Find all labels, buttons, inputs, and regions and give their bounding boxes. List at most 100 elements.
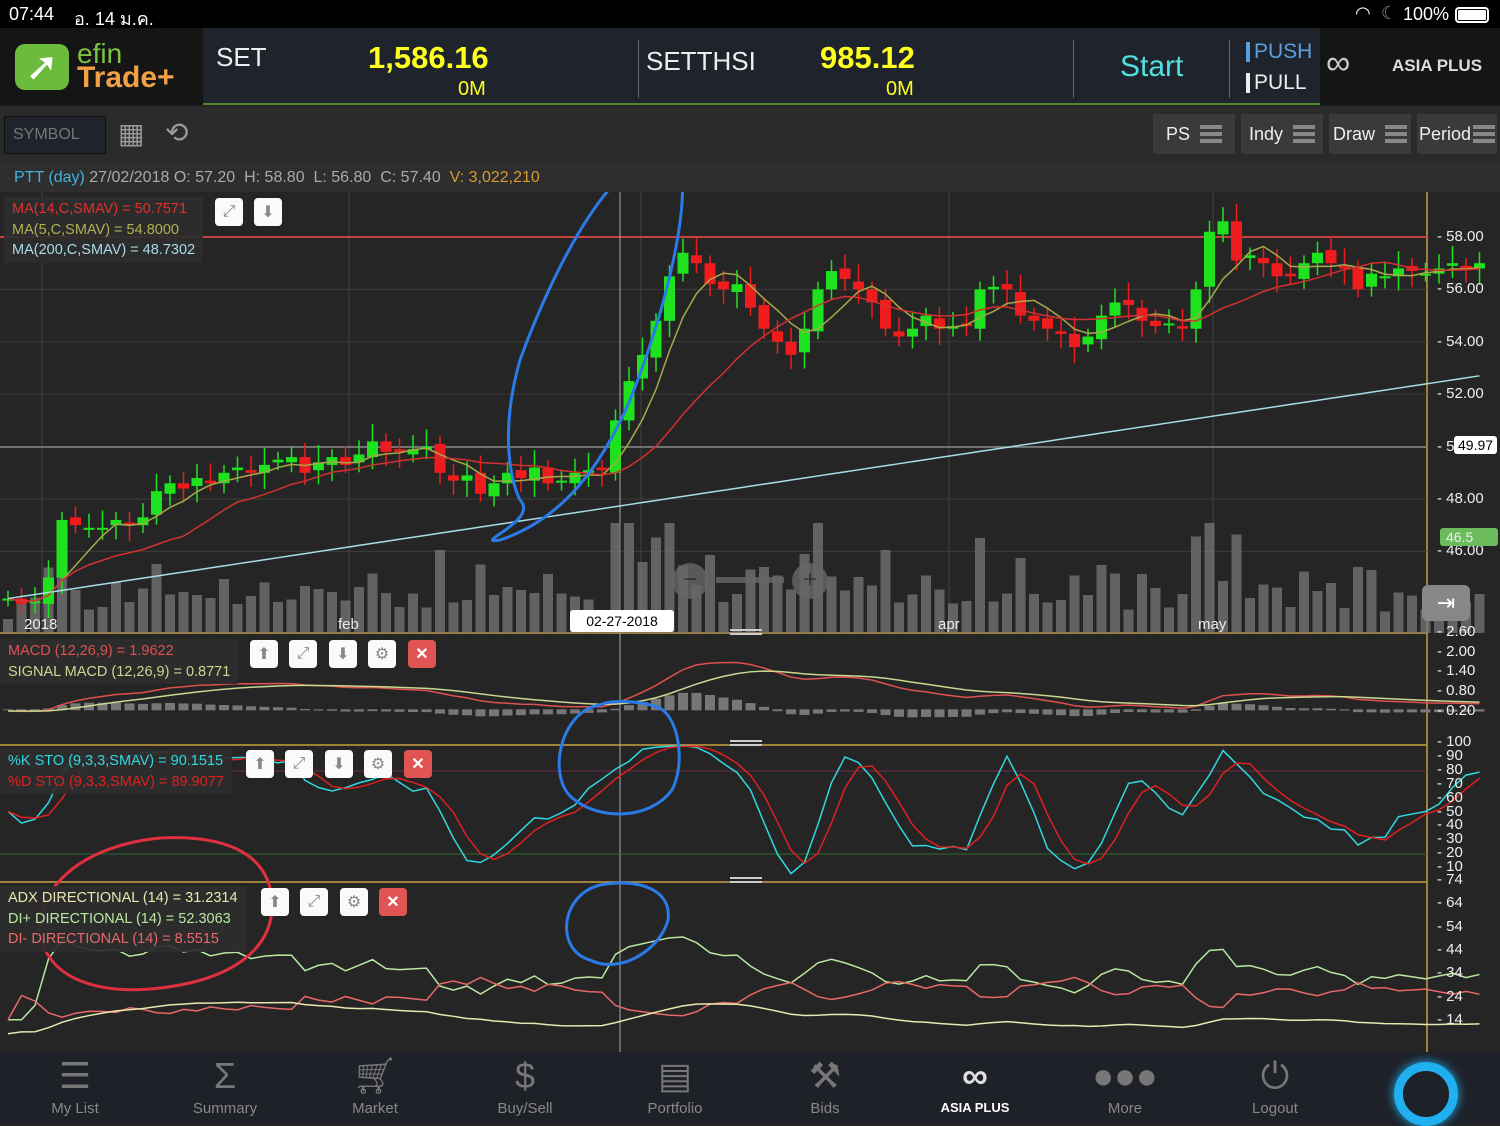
volume-bar [448, 602, 459, 633]
macd-tick: - 2.00 [1437, 642, 1476, 660]
candle-body [758, 305, 770, 329]
close-panel-button[interactable]: ✕ [379, 888, 407, 916]
volume-bar [435, 550, 445, 633]
nav-label: More [1107, 1100, 1143, 1117]
zoom-in-button[interactable]: + [792, 563, 828, 599]
zoom-out-button[interactable]: − [672, 563, 708, 599]
macd-histogram-bar [543, 709, 553, 715]
volume-bar [192, 595, 202, 633]
macd-histogram-bar [1326, 708, 1336, 711]
volume-bar [219, 579, 229, 633]
macd-histogram-bar [705, 694, 715, 711]
settings-gear-icon[interactable]: ⚙ [368, 640, 396, 668]
candle-body [1042, 318, 1053, 329]
panel-resize-handle[interactable] [730, 740, 762, 746]
move-down-button[interactable]: ⬇ [325, 750, 353, 778]
macd-histogram-bar [880, 709, 891, 716]
macd-histogram-bar [367, 709, 378, 712]
nav-market[interactable]: 🛒︎ Market [300, 1052, 450, 1125]
ma200-line [7, 375, 1480, 600]
candle-body [731, 284, 743, 293]
candle-body [1298, 263, 1310, 279]
volume-bar [489, 595, 499, 633]
volume-bar [502, 587, 513, 633]
settings-gear-icon[interactable]: ⚙ [364, 750, 392, 778]
low-value: 56.80 [331, 169, 372, 186]
candle-body [1271, 263, 1283, 277]
nav-logout[interactable]: ⏻ Logout [1200, 1052, 1350, 1125]
close-panel-button[interactable]: ✕ [404, 750, 432, 778]
push-button[interactable]: PUSH [1246, 41, 1312, 62]
expand-button[interactable]: ⤢ [300, 888, 328, 916]
volume-bar [1272, 587, 1282, 633]
volume-bar [1123, 609, 1134, 633]
volume-bar [556, 593, 567, 633]
macd-histogram-bar [408, 709, 418, 713]
macd-histogram-bar [1150, 709, 1161, 713]
adx-tick: - 74 [1437, 871, 1463, 888]
volume-bar [300, 586, 310, 633]
close-panel-button[interactable]: ✕ [408, 640, 436, 668]
calendar-icon[interactable]: ▦ [118, 117, 144, 150]
nav-my-list[interactable]: ☰ My List [0, 1052, 150, 1125]
nav-buy-sell[interactable]: $ Buy/Sell [450, 1052, 600, 1125]
candle-body [151, 491, 162, 515]
draw-button[interactable]: Draw [1329, 114, 1411, 154]
macd-histogram-bar [124, 703, 135, 711]
panel-resize-handle[interactable] [730, 629, 762, 635]
signal-legend-text: SIGNAL MACD (12,26,9) = 0.8771 [8, 663, 231, 680]
candle-body [718, 281, 729, 290]
adx-legend-text: ADX DIRECTIONAL (14) = 31.2314 [8, 890, 238, 906]
candle-body [245, 470, 257, 473]
app-swirl-button[interactable] [1394, 1062, 1458, 1126]
adx-tick: - 34 [1437, 964, 1463, 982]
volume-bar [1056, 600, 1066, 633]
macd-histogram-bar [111, 702, 121, 711]
ps-button[interactable]: PS [1153, 114, 1235, 154]
candle-body [1082, 336, 1094, 345]
move-up-button[interactable]: ⬆ [246, 750, 274, 778]
expand-button[interactable]: ⤢ [285, 750, 313, 778]
nav-portfolio[interactable]: ▤ Portfolio [600, 1052, 750, 1125]
macd-histogram-bar [745, 703, 756, 711]
move-up-button[interactable]: ⬆ [250, 640, 278, 668]
move-down-button[interactable]: ⬇ [254, 198, 282, 226]
nav-more[interactable]: ●●● More [1050, 1052, 1200, 1125]
candle-body [205, 480, 216, 484]
candle-body [1312, 252, 1323, 264]
start-button[interactable]: Start [1120, 50, 1183, 84]
candle-body [1177, 326, 1188, 329]
open-label: O: [173, 169, 191, 186]
move-down-button[interactable]: ⬇ [329, 640, 357, 668]
indy-button[interactable]: Indy [1241, 114, 1323, 154]
volume-bar [259, 582, 270, 633]
nav-summary[interactable]: Σ Summary [150, 1052, 300, 1125]
candle-body [853, 281, 864, 290]
candle-body [272, 459, 284, 463]
pull-button[interactable]: PULL [1246, 72, 1307, 93]
symbol-input[interactable] [4, 116, 106, 154]
volume-bar [421, 607, 432, 633]
period-button[interactable]: Period [1417, 114, 1497, 154]
nav-bids[interactable]: ⚒ Bids [750, 1052, 900, 1125]
volume-bar [1083, 595, 1093, 633]
close-label: C: [380, 169, 397, 186]
expand-button[interactable]: ⤢ [289, 640, 317, 668]
move-up-button[interactable]: ⬆ [261, 888, 289, 916]
volume-bar [1245, 598, 1255, 633]
nav-asia-plus[interactable]: ∞ ASIA PLUS [900, 1052, 1050, 1125]
zoom-slider[interactable] [716, 577, 784, 583]
refresh-icon[interactable]: ⟲ [165, 116, 188, 149]
macd-histogram-bar [246, 706, 256, 711]
macd-histogram-bar [826, 709, 837, 712]
volume-bar [705, 555, 715, 633]
panel-resize-handle[interactable] [730, 877, 762, 883]
scroll-to-end-button[interactable]: ⇥ [1422, 585, 1470, 621]
adx-tick: - 64 [1437, 894, 1463, 912]
candle-body [286, 457, 297, 463]
period-label: Period [1418, 123, 1472, 144]
macd-histogram-bar [867, 709, 877, 714]
volume-bar [138, 588, 148, 633]
settings-gear-icon[interactable]: ⚙ [340, 888, 368, 916]
expand-button[interactable]: ⤢ [215, 198, 243, 226]
